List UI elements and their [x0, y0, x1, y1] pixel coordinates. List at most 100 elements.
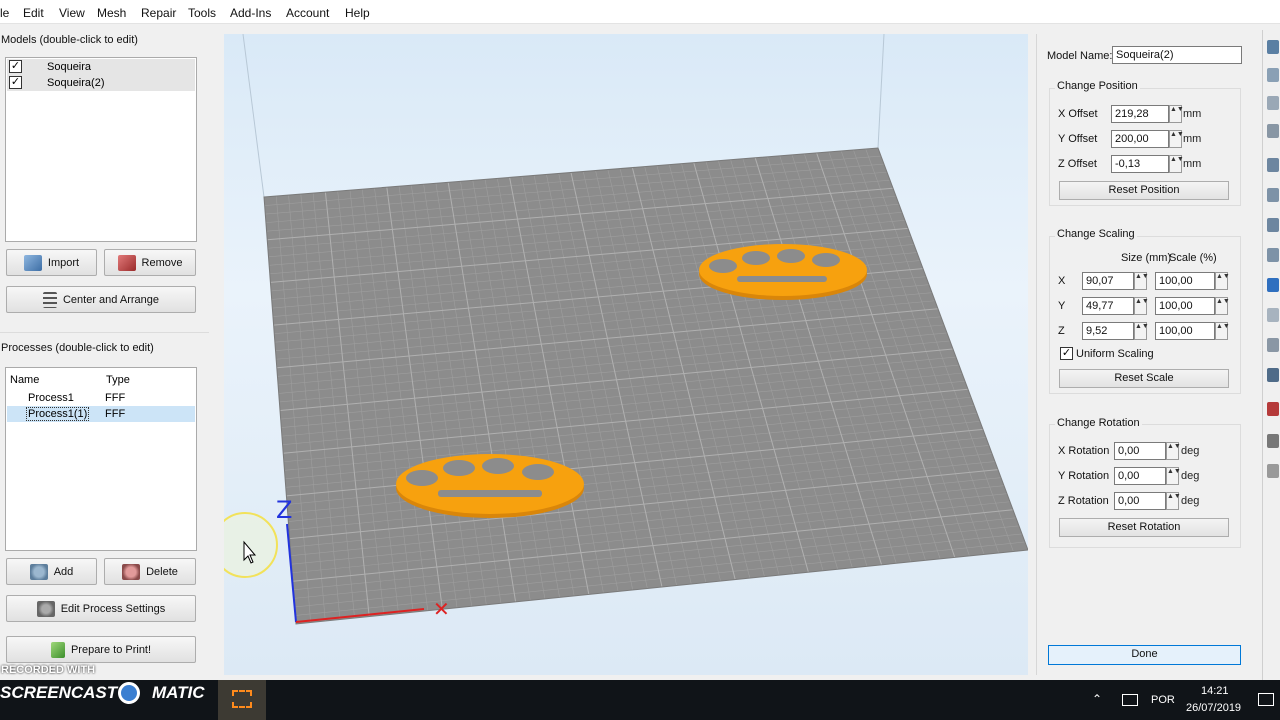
- move-tool-icon[interactable]: [1267, 68, 1279, 82]
- uniform-scaling-checkbox[interactable]: ✓: [1060, 347, 1073, 360]
- menu-add-ins[interactable]: Add-Ins: [230, 6, 271, 20]
- x-offset-field[interactable]: 219,28: [1111, 105, 1169, 123]
- menu-view[interactable]: View: [59, 6, 85, 20]
- menu-mesh[interactable]: Mesh: [97, 6, 126, 20]
- cube-icon[interactable]: [1267, 338, 1279, 352]
- size-x-field[interactable]: 90,07: [1082, 272, 1134, 290]
- menu-tools[interactable]: Tools: [188, 6, 216, 20]
- view-top-icon[interactable]: [1267, 188, 1279, 202]
- network-icon[interactable]: [1122, 694, 1138, 706]
- size-z-spinner[interactable]: ▲▼: [1134, 322, 1149, 340]
- object-tool-icon[interactable]: [1267, 308, 1279, 322]
- remove-button[interactable]: Remove: [104, 249, 196, 276]
- edit-process-settings-button[interactable]: Edit Process Settings: [6, 595, 196, 622]
- clock-time[interactable]: 14:21: [1201, 685, 1229, 697]
- size-y-spinner[interactable]: ▲▼: [1134, 297, 1149, 315]
- size-x-spinner[interactable]: ▲▼: [1134, 272, 1149, 290]
- table-row[interactable]: Process1(1) FFF: [7, 406, 195, 422]
- model-item[interactable]: ✓ Soqueira(2): [8, 75, 196, 91]
- y-rotation-field[interactable]: 0,00: [1114, 467, 1166, 485]
- z-axis-label: Z: [276, 496, 292, 524]
- models-caption: Models (double-click to edit): [1, 34, 138, 46]
- size-y-field[interactable]: 49,77: [1082, 297, 1134, 315]
- view-front-icon[interactable]: [1267, 158, 1279, 172]
- scale-z-field[interactable]: 100,00: [1155, 322, 1215, 340]
- scale-x-field[interactable]: 100,00: [1155, 272, 1215, 290]
- cylinder-icon[interactable]: [1267, 464, 1279, 478]
- properties-panel: Model Name: Soqueira(2) Change Position …: [1036, 34, 1253, 675]
- notifications-icon[interactable]: [1258, 693, 1274, 706]
- scale-z-spinner[interactable]: ▲▼: [1215, 322, 1230, 340]
- view-side-icon[interactable]: [1267, 218, 1279, 232]
- x-rotation-spinner[interactable]: ▲▼: [1166, 442, 1181, 460]
- scaling-title: Change Scaling: [1055, 228, 1137, 240]
- tray-chevron-icon[interactable]: ⌃: [1092, 692, 1102, 706]
- rotate-tool-icon[interactable]: [1267, 124, 1279, 138]
- x-rotation-label: X Rotation: [1058, 445, 1110, 457]
- reset-rotation-button[interactable]: Reset Rotation: [1059, 518, 1229, 537]
- x-axis-label: ✕: [433, 597, 450, 621]
- menu-repair[interactable]: Repair: [141, 6, 176, 20]
- taskbar: SCREENCAST MATIC ⌃ POR 14:21 26/07/2019: [0, 680, 1280, 720]
- model-soqueira-2[interactable]: [699, 244, 867, 300]
- settings-icon: [36, 600, 55, 617]
- model-soqueira[interactable]: [396, 454, 584, 518]
- scale-tool-icon[interactable]: [1267, 96, 1279, 110]
- transform-tool-icon[interactable]: [1267, 278, 1279, 292]
- column-header-type[interactable]: Type: [106, 374, 130, 386]
- language-indicator[interactable]: POR: [1151, 694, 1175, 706]
- y-rotation-spinner[interactable]: ▲▼: [1166, 467, 1181, 485]
- import-button[interactable]: Import: [6, 249, 97, 276]
- menu-edit[interactable]: Edit: [23, 6, 44, 20]
- model-item[interactable]: ✓ Soqueira: [8, 59, 196, 75]
- scale-y-field[interactable]: 100,00: [1155, 297, 1215, 315]
- z-offset-field[interactable]: -0,13: [1111, 155, 1169, 173]
- add-process-button[interactable]: Add: [6, 558, 97, 585]
- select-tool-icon[interactable]: [1267, 40, 1279, 54]
- models-list[interactable]: ✓ Soqueira ✓ Soqueira(2): [5, 57, 197, 242]
- scale-y-spinner[interactable]: ▲▼: [1215, 297, 1230, 315]
- model-checkbox[interactable]: ✓: [9, 60, 22, 73]
- delete-process-button[interactable]: Delete: [104, 558, 196, 585]
- menu-file[interactable]: le: [0, 6, 9, 20]
- z-rotation-field[interactable]: 0,00: [1114, 492, 1166, 510]
- left-panel: Models (double-click to edit) ✓ Soqueira…: [0, 24, 209, 676]
- measure-icon[interactable]: [1267, 368, 1279, 382]
- reset-scale-button[interactable]: Reset Scale: [1059, 369, 1229, 388]
- y-offset-field[interactable]: 200,00: [1111, 130, 1169, 148]
- model-name-label: Model Name:: [1047, 50, 1113, 62]
- 3d-viewport[interactable]: Z ✕: [224, 34, 1028, 675]
- process-type: FFF: [105, 408, 126, 420]
- done-button[interactable]: Done: [1048, 645, 1241, 665]
- model-checkbox[interactable]: ✓: [9, 76, 22, 89]
- gear-icon[interactable]: [1267, 434, 1279, 448]
- menu-help[interactable]: Help: [345, 6, 370, 20]
- scale-header: Scale (%): [1169, 252, 1217, 264]
- scale-x-spinner[interactable]: ▲▼: [1215, 272, 1230, 290]
- menu-account[interactable]: Account: [286, 6, 329, 20]
- capture-icon[interactable]: [232, 690, 252, 708]
- center-arrange-button[interactable]: Center and Arrange: [6, 286, 196, 313]
- model-name-field[interactable]: Soqueira(2): [1112, 46, 1242, 64]
- clock-date[interactable]: 26/07/2019: [1186, 702, 1241, 714]
- z-offset-spinner[interactable]: ▲▼: [1169, 155, 1184, 173]
- column-header-name[interactable]: Name: [10, 374, 39, 386]
- z-rotation-label: Z Rotation: [1058, 495, 1109, 507]
- build-volume: Z ✕: [224, 34, 1028, 625]
- record-logo-icon: [118, 682, 140, 704]
- record-icon[interactable]: [1267, 402, 1279, 416]
- size-header: Size (mm): [1121, 252, 1172, 264]
- z-rotation-spinner[interactable]: ▲▼: [1166, 492, 1181, 510]
- size-z-field[interactable]: 9,52: [1082, 322, 1134, 340]
- y-offset-spinner[interactable]: ▲▼: [1169, 130, 1184, 148]
- watermark-main: SCREENCAST: [0, 683, 118, 702]
- view-iso-icon[interactable]: [1267, 248, 1279, 262]
- table-row[interactable]: Process1 FFF: [7, 390, 195, 405]
- x-rotation-field[interactable]: 0,00: [1114, 442, 1166, 460]
- x-offset-spinner[interactable]: ▲▼: [1169, 105, 1184, 123]
- delete-icon: [122, 563, 141, 580]
- prepare-to-print-button[interactable]: Prepare to Print!: [6, 636, 196, 663]
- processes-caption: Processes (double-click to edit): [1, 342, 154, 354]
- processes-table[interactable]: Name Type Process1 FFF Process1(1) FFF: [5, 367, 197, 551]
- reset-position-button[interactable]: Reset Position: [1059, 181, 1229, 200]
